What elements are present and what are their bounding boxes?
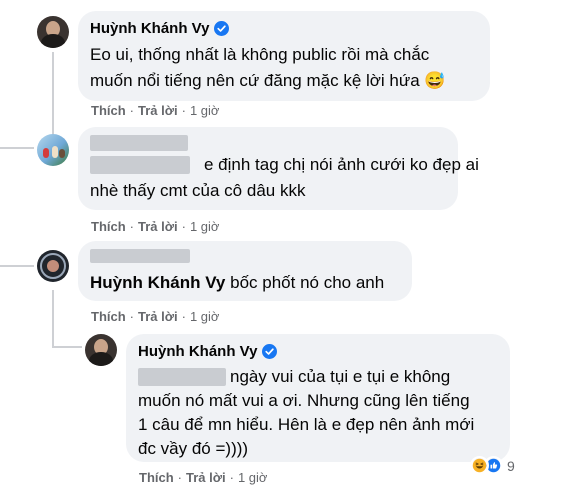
separator: · bbox=[181, 219, 186, 234]
avatar[interactable] bbox=[37, 16, 69, 48]
timestamp[interactable]: 1 giờ bbox=[190, 309, 220, 324]
comment-actions: Thích · Trả lời · 1 giờ bbox=[91, 103, 219, 118]
comment-text-line: Eo ui, thống nhất là không public rồi mà… bbox=[90, 45, 430, 64]
comment-actions: Thích · Trả lời · 1 giờ bbox=[91, 219, 219, 234]
comment-actions: Thích · Trả lời · 1 giờ bbox=[139, 470, 267, 485]
comment-text-line: ngày vui của tụi e tụi e không bbox=[230, 367, 451, 386]
comment-author[interactable]: Huỳnh Khánh Vy bbox=[138, 343, 278, 360]
comment-text-line: muốn nổi tiếng nên cứ đăng mặc kệ lời hứ… bbox=[90, 71, 446, 90]
timestamp[interactable]: 1 giờ bbox=[190, 219, 220, 234]
timestamp[interactable]: 1 giờ bbox=[238, 470, 268, 485]
timestamp[interactable]: 1 giờ bbox=[190, 103, 220, 118]
blurred-author-name bbox=[90, 249, 190, 263]
thread-line-connector-2 bbox=[0, 147, 34, 149]
verified-badge-icon bbox=[214, 21, 230, 36]
comment-bubble: Huỳnh Khánh Vy ngày vui của tụi e tụi e … bbox=[126, 334, 510, 462]
reply-link[interactable]: Trả lời bbox=[138, 309, 178, 324]
comment-bubble: Huỳnh Khánh Vy bốc phốt nó cho anh bbox=[78, 241, 412, 301]
blurred-text bbox=[138, 368, 226, 386]
avatar[interactable] bbox=[37, 134, 69, 166]
thread-line-connector-4 bbox=[52, 346, 82, 348]
reply-link[interactable]: Trả lời bbox=[138, 103, 178, 118]
comment-text-line: e định tag chị nói ảnh cưới ko đẹp ai bbox=[204, 155, 479, 174]
comment-text-line: đc vầy đó =)))) bbox=[138, 439, 249, 458]
thread-line-vertical-3 bbox=[52, 290, 54, 348]
separator: · bbox=[177, 470, 183, 485]
separator: · bbox=[181, 309, 186, 324]
comment-bubble: e định tag chị nói ảnh cưới ko đẹp ai nh… bbox=[78, 127, 479, 210]
reaction-summary[interactable]: 9 bbox=[470, 456, 515, 475]
tagged-user[interactable]: Huỳnh Khánh Vy bbox=[90, 273, 225, 292]
haha-reaction-icon bbox=[470, 456, 489, 475]
avatar[interactable] bbox=[85, 334, 117, 366]
separator: · bbox=[129, 103, 135, 118]
thread-line-main bbox=[52, 52, 54, 102]
comment-text: bốc phốt nó cho anh bbox=[230, 273, 385, 292]
like-link[interactable]: Thích bbox=[91, 309, 126, 324]
blurred-author-name bbox=[90, 135, 188, 151]
comment-bubble: Huỳnh Khánh Vy Eo ui, thống nhất là khôn… bbox=[78, 11, 490, 101]
reply-link[interactable]: Trả lời bbox=[186, 470, 226, 485]
reaction-count: 9 bbox=[507, 457, 515, 474]
separator: · bbox=[181, 103, 186, 118]
like-link[interactable]: Thích bbox=[91, 219, 126, 234]
verified-badge-icon bbox=[262, 344, 278, 359]
comment-author[interactable]: Huỳnh Khánh Vy bbox=[90, 20, 230, 37]
comment-text-line: muốn nó mất vui a ơi. Nhưng cũng lên tiế… bbox=[138, 391, 470, 410]
like-link[interactable]: Thích bbox=[139, 470, 174, 485]
separator: · bbox=[229, 470, 234, 485]
separator: · bbox=[129, 219, 135, 234]
comment-text-line: Huỳnh Khánh Vy bốc phốt nó cho anh bbox=[90, 271, 384, 295]
avatar[interactable] bbox=[37, 250, 69, 282]
comment-actions: Thích · Trả lời · 1 giờ bbox=[91, 309, 219, 324]
comment-text-line: nhè thấy cmt của cô dâu kkk bbox=[90, 181, 306, 200]
blurred-text bbox=[90, 156, 190, 174]
like-link[interactable]: Thích bbox=[91, 103, 126, 118]
thread-line-connector-3 bbox=[0, 265, 34, 267]
comment-text-line: 1 câu để mn hiểu. Hên là e đẹp nên ảnh m… bbox=[138, 415, 475, 434]
separator: · bbox=[129, 309, 135, 324]
reply-link[interactable]: Trả lời bbox=[138, 219, 178, 234]
